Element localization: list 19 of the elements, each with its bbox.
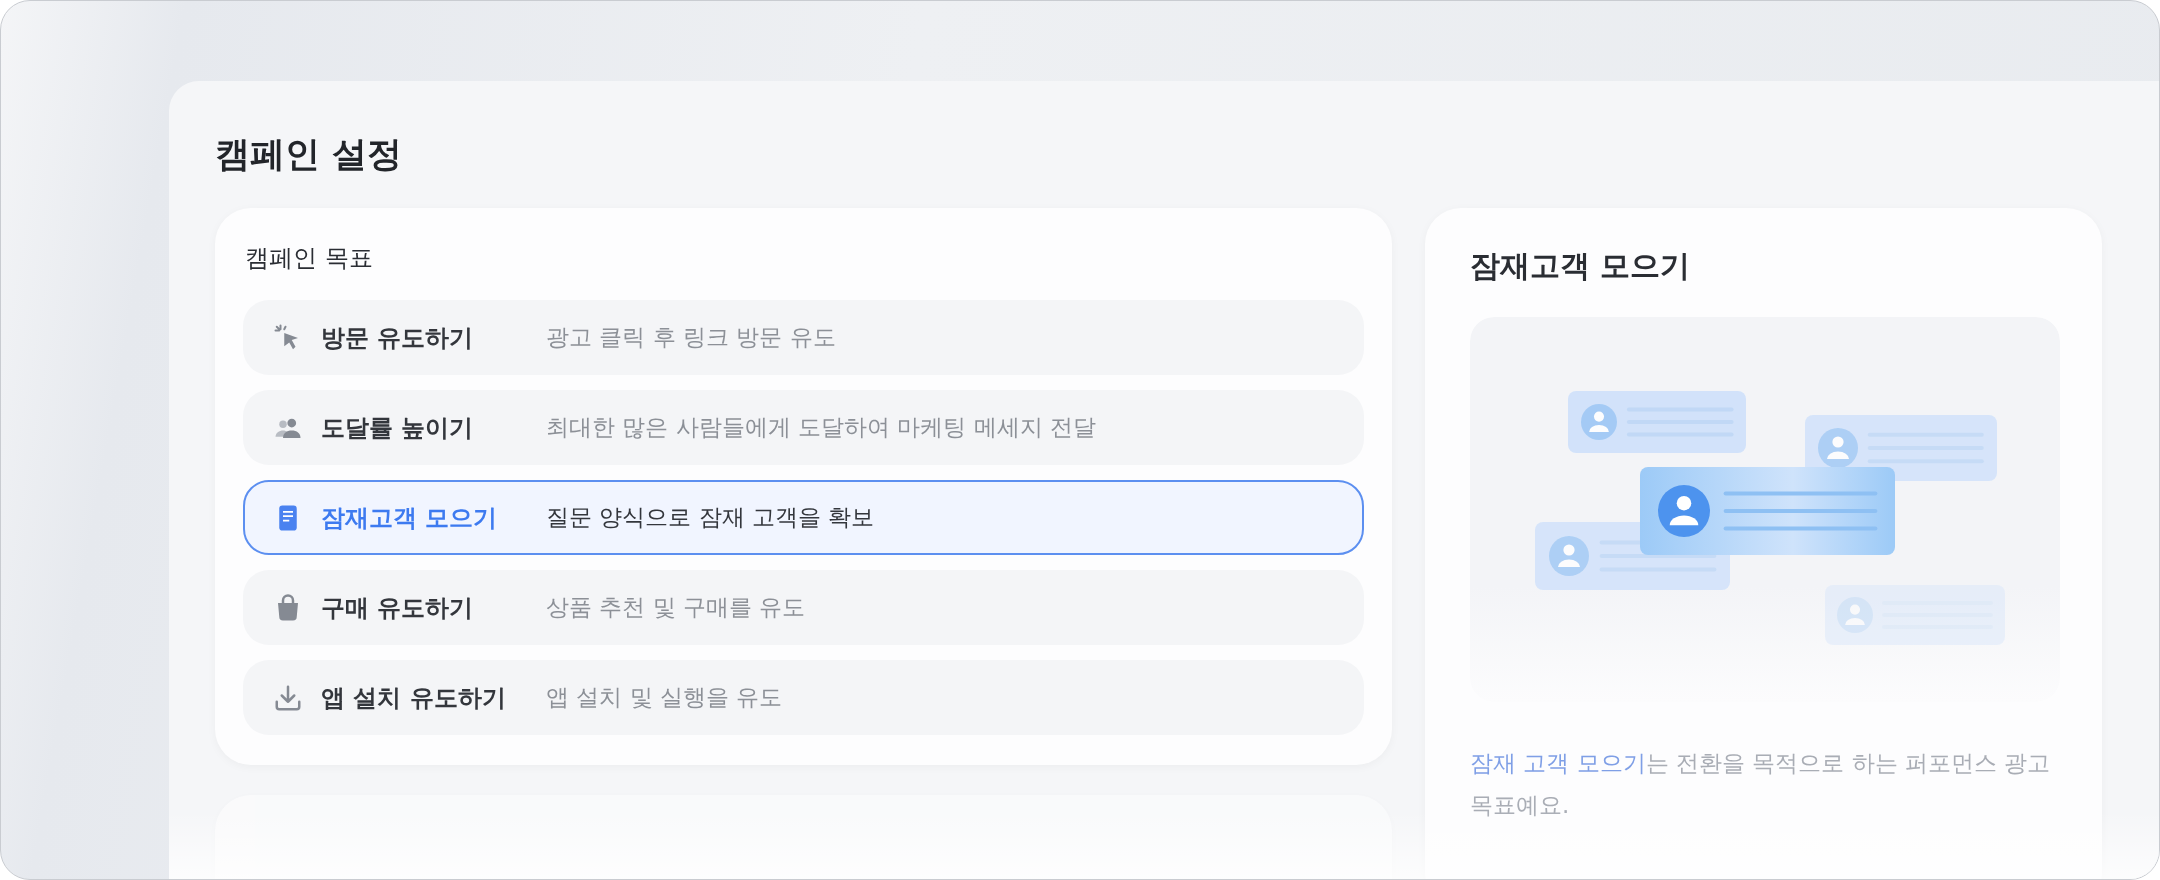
objective-option[interactable]: 도달률 높이기 최대한 많은 사람들에게 도달하여 마케팅 메세지 전달 — [243, 390, 1364, 465]
option-description: 질문 양식으로 잠재 고객을 확보 — [546, 503, 875, 532]
detail-description: 잠재 고객 모으기는 전환을 목적으로 하는 퍼포먼스 광고 목표예요. — [1470, 749, 2052, 820]
detail-title: 잠재고객 모으기 — [1470, 247, 1692, 285]
option-description: 앱 설치 및 실행을 유도 — [546, 683, 783, 712]
objective-option[interactable]: 앱 설치 유도하기 앱 설치 및 실행을 유도 — [243, 660, 1364, 735]
objective-option[interactable]: 구매 유도하기 상품 추천 및 구매를 유도 — [243, 570, 1364, 645]
option-title: 잠재고객 모으기 — [321, 502, 499, 534]
option-description: 최대한 많은 사람들에게 도달하여 마케팅 메세지 전달 — [546, 413, 1096, 442]
option-description: 광고 클릭 후 링크 방문 유도 — [546, 323, 836, 352]
objective-option[interactable]: 방문 유도하기 광고 클릭 후 링크 방문 유도 — [243, 300, 1364, 375]
objective-option[interactable]: 잠재고객 모으기 질문 양식으로 잠재 고객을 확보 — [243, 480, 1364, 555]
option-title: 도달률 높이기 — [321, 412, 475, 444]
section-label: 캠페인 목표 — [245, 243, 374, 274]
option-description: 상품 추천 및 구매를 유도 — [546, 593, 806, 622]
page-title: 캠페인 설정 — [215, 133, 404, 176]
option-title: 방문 유도하기 — [321, 322, 475, 354]
option-title: 구매 유도하기 — [321, 592, 475, 624]
option-title: 앱 설치 유도하기 — [321, 682, 507, 714]
